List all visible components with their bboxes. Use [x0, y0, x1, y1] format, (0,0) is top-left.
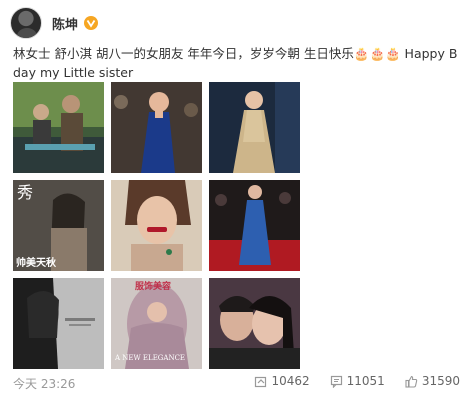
post-timestamp[interactable]: 今天 23:26: [13, 375, 75, 392]
photo-icon: [13, 278, 104, 369]
like-count: 31590: [421, 374, 460, 388]
photo-2[interactable]: [111, 82, 202, 173]
photo-grid: 秀 帅美天秋 服饰美容 A NEW ELEGANCE: [13, 82, 302, 369]
photo-icon: [209, 180, 300, 271]
cover-caption: 帅美天秋: [16, 256, 57, 269]
photo-icon: [111, 82, 202, 173]
photo-icon: [111, 180, 202, 271]
comment-icon: [330, 375, 342, 388]
avatar[interactable]: [10, 7, 42, 39]
vip-badge-icon: [84, 16, 99, 30]
photo-9[interactable]: [209, 278, 300, 369]
cover-caption: A NEW ELEGANCE: [114, 354, 185, 362]
photo-5[interactable]: [111, 180, 202, 271]
photo-icon: 秀 帅美天秋: [13, 180, 104, 271]
cover-title: 服饰美容: [135, 280, 171, 292]
comment-button[interactable]: 11051: [330, 374, 385, 388]
repost-count: 10462: [271, 374, 310, 388]
post-text: 林女士 舒小淇 胡八一的女朋友 年年今日，岁岁今朝 生日快乐🎂🎂🎂 Happy …: [13, 46, 458, 80]
photo-7[interactable]: [13, 278, 104, 369]
photo-8[interactable]: 服饰美容 A NEW ELEGANCE: [111, 278, 202, 369]
post-header: 陈坤: [10, 6, 99, 40]
photo-6[interactable]: [209, 180, 300, 271]
photo-3[interactable]: [209, 82, 300, 173]
like-button[interactable]: 31590: [405, 374, 460, 388]
photo-icon: [13, 82, 104, 173]
post-footer: 今天 23:26 10462 11051 31590: [0, 370, 472, 396]
photo-1[interactable]: [13, 82, 104, 173]
photo-icon: [209, 82, 300, 173]
comment-count: 11051: [346, 374, 385, 388]
photo-icon: [209, 278, 300, 369]
repost-button[interactable]: 10462: [254, 374, 310, 388]
photo-icon: 服饰美容 A NEW ELEGANCE: [111, 278, 202, 369]
author-name[interactable]: 陈坤: [52, 14, 78, 33]
repost-icon: [255, 376, 267, 387]
cover-title: 秀: [17, 183, 33, 202]
thumbs-up-icon: [405, 375, 418, 388]
photo-4[interactable]: 秀 帅美天秋: [13, 180, 104, 271]
post-actions: 10462 11051 31590: [234, 374, 460, 388]
